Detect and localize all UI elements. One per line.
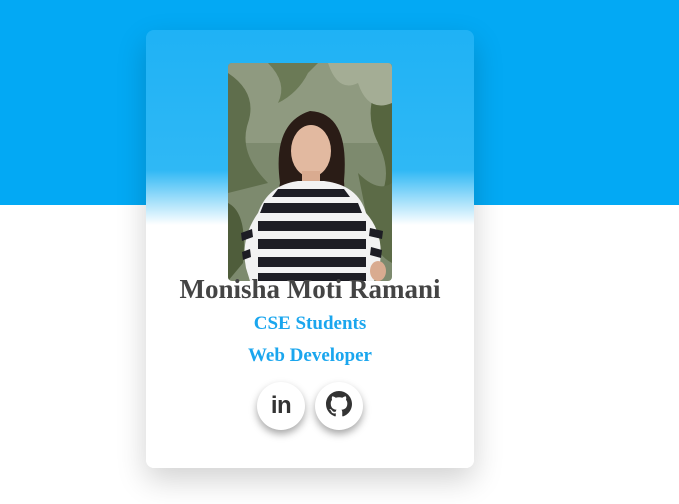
profile-card: Monisha Moti Ramani CSE Students Web Dev… [146,30,474,468]
linkedin-button[interactable]: in [257,382,305,430]
profile-name: Monisha Moti Ramani [179,274,441,304]
profile-role-primary: CSE Students [253,313,367,334]
profile-photo-image [228,63,392,281]
github-button[interactable] [315,382,363,430]
github-icon [326,390,352,422]
profile-role-secondary: Web Developer [247,345,372,366]
page: Monisha Moti Ramani CSE Students Web Dev… [0,0,679,504]
linkedin-icon: in [270,392,292,419]
profile-photo [228,63,392,281]
social-links: in [146,382,474,430]
